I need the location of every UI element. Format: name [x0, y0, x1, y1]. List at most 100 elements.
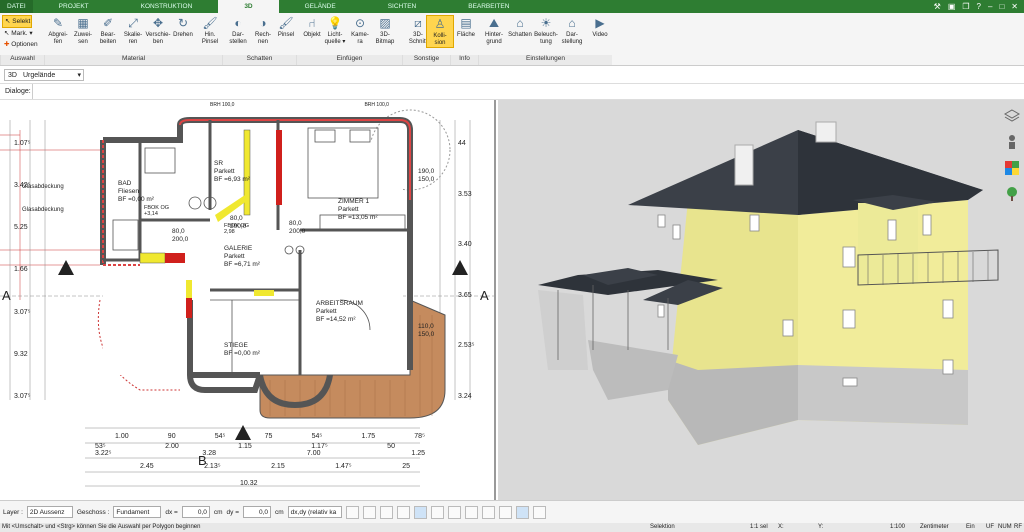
room-name: STIEGE — [224, 342, 248, 349]
tab-datei[interactable]: DATEI — [0, 0, 33, 13]
floor-select[interactable]: Fundament — [113, 506, 162, 518]
ortho-icon[interactable] — [447, 505, 461, 519]
brush-icon: 🖌 — [278, 15, 294, 30]
minimize-icon[interactable]: – — [988, 2, 992, 11]
section-icon: ⧄ — [414, 15, 422, 30]
dim-label: 3.22⁵ — [95, 450, 112, 457]
dy-input[interactable]: 0,0 — [243, 506, 271, 518]
group-einstellungen: Einstellungen — [478, 55, 612, 65]
ribbon-button-19[interactable]: ☀ Beleuch- tung — [532, 15, 560, 46]
restore-icon[interactable]: ❐ — [962, 2, 969, 11]
dim-label: 3.65 — [458, 291, 472, 299]
dim-label: 3.07⁵ — [14, 308, 31, 316]
view-icon[interactable] — [481, 505, 495, 519]
ribbon-button-9[interactable]: 🖌 Pinsel — [272, 15, 300, 39]
ribbon-button-17[interactable]: ⛰ Hinter- grund — [480, 15, 508, 46]
yellow-wall — [254, 290, 274, 296]
shadow-calc-icon: ◑ — [259, 15, 267, 30]
hammer-icon[interactable]: ⚒ — [934, 2, 941, 11]
mark-button[interactable]: ↖ Mark. ▾ — [2, 28, 44, 39]
layer-toggle-icon[interactable] — [464, 505, 478, 519]
target-icon[interactable] — [362, 505, 376, 519]
color-palette-icon[interactable] — [1004, 160, 1020, 176]
tab-sichten[interactable]: SICHTEN — [362, 0, 443, 13]
lighting-icon: ☀ — [540, 15, 552, 30]
ribbon-button-1[interactable]: ▦ Zuwei- sen — [69, 15, 97, 46]
grid-icon[interactable] — [430, 505, 444, 519]
camera-icon: ⊙ — [354, 15, 366, 30]
plan-label: 80,0 — [230, 215, 243, 222]
save-icon[interactable]: ▣ — [948, 2, 956, 11]
tab-konstruktion[interactable]: KONSTRUKTION — [115, 0, 219, 13]
lock-icon[interactable] — [532, 505, 546, 519]
room-area: BF =6,93 m² — [214, 176, 250, 183]
dim-label: 50 — [387, 443, 395, 450]
ribbon-button-2[interactable]: ✐ Bear- beiten — [94, 15, 122, 46]
crosshair-icon[interactable] — [379, 505, 393, 519]
floor-plan-view[interactable]: BAD Fliesen BF =0,00 m² SR Parkett BF =6… — [0, 100, 496, 500]
ribbon-button-label: Video — [592, 32, 608, 38]
ribbon-button-label: Abgrei- fen — [48, 32, 68, 45]
window-dim: 110,0 150,0 — [418, 323, 434, 339]
mark-label: Mark. — [11, 30, 28, 37]
info-icon: ▤ — [460, 15, 472, 30]
tree-icon[interactable] — [1004, 186, 1020, 202]
measure-icon[interactable] — [498, 505, 512, 519]
unit-label: cm — [213, 508, 223, 516]
plan-label: 200,0 — [172, 236, 189, 243]
close-icon[interactable]: ✕ — [1011, 2, 1018, 11]
ribbon-button-16[interactable]: ▤ Fläche — [452, 15, 480, 39]
dim-label: 78⁵ — [414, 433, 425, 440]
ribbon-button-21[interactable]: ▶ Video — [586, 15, 614, 39]
dx-input[interactable]: 0,0 — [181, 506, 210, 518]
ribbon-button-4[interactable]: ✥ Verschie- ben — [144, 15, 172, 46]
tab-projekt[interactable]: PROJEKT — [33, 0, 115, 13]
fbok-label: FBOK OG +3,14 — [144, 205, 169, 217]
layers-icon[interactable] — [1003, 108, 1021, 124]
plan-label: +3,14 — [144, 211, 158, 217]
ribbon-button-13[interactable]: ▨ 3D- Bitmap — [371, 15, 399, 46]
ribbon-button-11[interactable]: 💡 Licht- quelle ▾ — [321, 15, 349, 46]
rf-indicator: RF — [1014, 524, 1022, 530]
dim-label: 1.00 — [115, 433, 129, 440]
coordinate-mode-select[interactable]: dx,dy (relativ ka — [287, 506, 342, 518]
ribbon-button-label: Pinsel — [277, 32, 295, 38]
ribbon-button-12[interactable]: ⊙ Kame- ra — [346, 15, 374, 46]
maximize-icon[interactable]: □ — [999, 2, 1004, 11]
y-coordinate: Y: — [818, 524, 824, 530]
select-label: Selekt — [12, 18, 31, 25]
ribbon-button-15[interactable]: ♙ Kolli- sion — [426, 15, 454, 48]
view-mode: 3D — [8, 71, 17, 79]
ribbon-button-3[interactable]: ⤢ Skalie- ren — [119, 15, 147, 46]
tab-3d[interactable]: 3D — [218, 0, 279, 13]
tab-gelaende[interactable]: GELÄNDE — [279, 0, 362, 13]
3d-view[interactable] — [498, 100, 1024, 500]
dim-label: 3.53 — [458, 190, 472, 198]
chimney — [815, 121, 837, 143]
ribbon-button-18[interactable]: ⌂ Schatten — [506, 15, 534, 39]
tab-bearbeiten[interactable]: BEARBEITEN — [442, 0, 535, 13]
ribbon-button-20[interactable]: ⌂ Dar- stellung — [558, 15, 586, 46]
snap-icon[interactable] — [413, 505, 427, 519]
ribbon-button-0[interactable]: ✎ Abgrei- fen — [44, 15, 72, 46]
person-icon[interactable] — [1004, 134, 1020, 150]
ribbon-button-5[interactable]: ↻ Drehen — [169, 15, 197, 39]
plan-label: 200,0 — [289, 228, 306, 235]
dim-label: BRH 100,0 — [210, 102, 235, 108]
layer-select[interactable]: 2D Aussenz — [26, 506, 73, 518]
clock-icon[interactable] — [345, 505, 359, 519]
x-coordinate: X: — [778, 524, 784, 530]
angle-icon[interactable] — [396, 505, 410, 519]
room-label-galerie: GALERIE Parkett BF =6,71 m² — [224, 245, 260, 269]
view-selector[interactable]: 3D Urgelände ▾ — [4, 69, 84, 81]
layer-label: Layer : — [3, 508, 23, 516]
ribbon-button-7[interactable]: ◐ Dar- stellen — [224, 15, 252, 46]
uf-indicator: UF — [986, 524, 994, 530]
n-toggle-icon[interactable] — [515, 505, 529, 519]
dim-label: 9.32 — [14, 350, 28, 358]
select-button[interactable]: ↖ Selekt — [2, 15, 32, 28]
help-icon[interactable]: ? — [977, 2, 981, 11]
options-button[interactable]: ✚ Optionen — [2, 39, 44, 50]
top-dims: BRH 100,0 BRH 100,0 — [210, 102, 389, 108]
ribbon-button-6[interactable]: 🖌 Hin. Pinsel — [196, 15, 224, 46]
